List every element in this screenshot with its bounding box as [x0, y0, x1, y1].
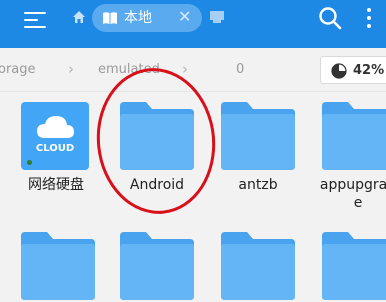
storage-usage-badge[interactable]: 42% — [320, 56, 386, 84]
top-toolbar: 本地 ✕ — [0, 0, 386, 48]
tab-label: 本地 — [124, 10, 152, 26]
book-icon — [103, 12, 117, 24]
folder-icon[interactable] — [21, 232, 95, 300]
folder-label-antzb: antzb — [238, 177, 278, 193]
home-icon[interactable] — [72, 10, 86, 24]
pie-chart-icon — [331, 63, 347, 79]
more-vertical-icon[interactable] — [366, 8, 372, 30]
folder-icon[interactable] — [120, 232, 194, 300]
status-dot — [27, 160, 32, 165]
breadcrumb-item-0[interactable]: 0 — [236, 62, 244, 78]
cloud-drive-tile[interactable]: CLOUD — [21, 102, 89, 170]
breadcrumb-item-emulated[interactable]: emulated — [98, 62, 160, 78]
menu-icon[interactable] — [24, 9, 48, 31]
breadcrumb: orage › emulated › 0 42% — [0, 48, 386, 92]
folder-icon[interactable] — [322, 232, 386, 300]
cloud-badge-text: CLOUD — [35, 143, 75, 154]
folder-icon[interactable] — [221, 232, 295, 300]
close-icon[interactable]: ✕ — [178, 7, 191, 27]
tab-local[interactable]: 本地 ✕ — [92, 4, 202, 32]
chevron-right-icon: › — [68, 60, 74, 78]
chevron-right-icon: › — [182, 60, 188, 78]
folder-icon[interactable] — [221, 102, 295, 170]
folder-label-android: Android — [129, 177, 185, 193]
folder-icon[interactable] — [322, 102, 386, 170]
folder-icon[interactable] — [120, 102, 194, 170]
cloud-drive-label: 网络硬盘 — [28, 177, 84, 193]
breadcrumb-item-storage[interactable]: orage — [0, 62, 36, 78]
storage-percent: 42% — [353, 63, 385, 78]
file-manager-screen: 本地 ✕ orage › emulated › 0 42% CLOUD 网络硬盘… — [0, 0, 386, 302]
windows-icon[interactable] — [210, 11, 224, 23]
search-icon[interactable] — [318, 6, 342, 30]
cloud-icon — [37, 116, 74, 138]
folder-label-appupgrade: appupgrad e — [319, 177, 386, 211]
